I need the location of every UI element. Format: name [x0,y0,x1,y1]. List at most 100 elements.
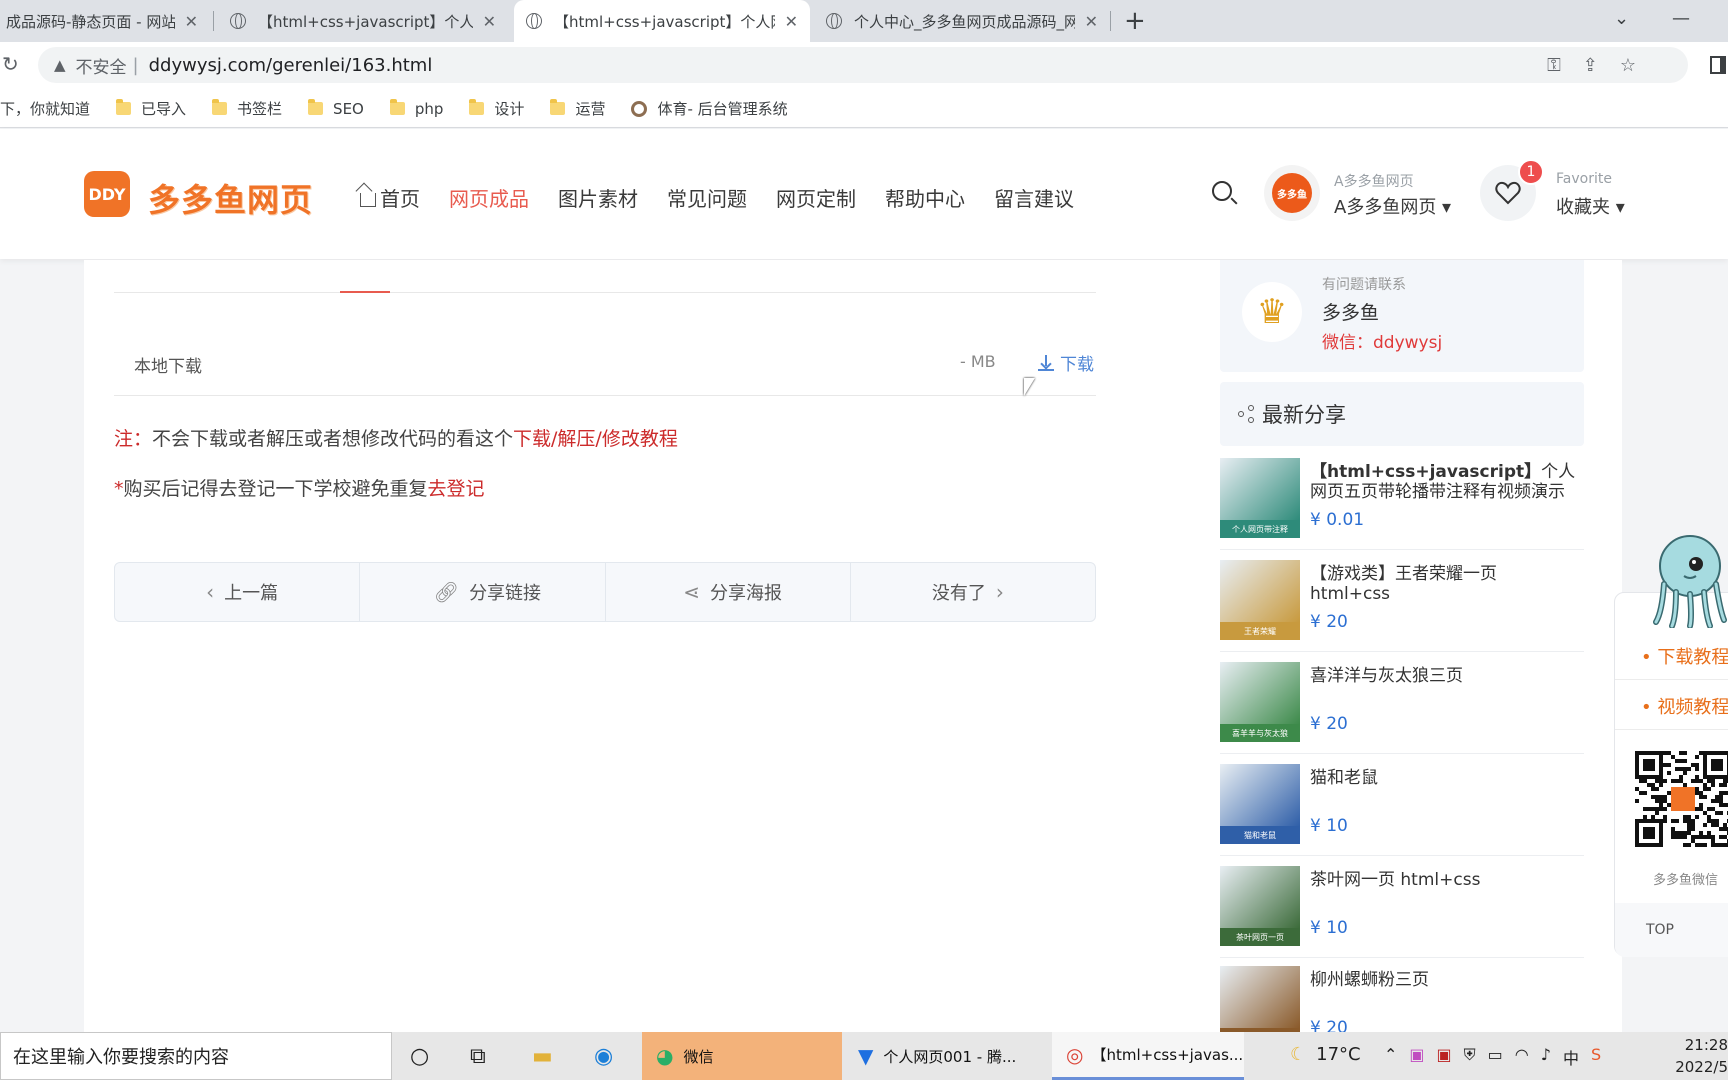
item-thumbnail[interactable]: 王者荣耀 [1220,560,1300,640]
favorite-menu[interactable]: 收藏夹 ▾ [1556,193,1625,219]
item-title[interactable]: 【html+css+javascript】个人网页五页带轮播带注释有视频演示 [1310,462,1580,502]
bookmark-folder[interactable]: 书签栏 [212,98,282,119]
logo-badge[interactable]: DDY [84,171,130,217]
link-icon: 🔗︎ [433,580,460,604]
bookmark-folder[interactable]: php [389,99,443,118]
color-app-icon[interactable]: ▣ [1409,1045,1424,1069]
latest-share-item[interactable]: 喜羊羊与灰太狼 喜洋洋与灰太狼三页 ¥ 20 [1220,662,1584,754]
volume-icon[interactable]: ♪ [1541,1045,1551,1069]
contact-subtitle: 有问题请联系 [1322,277,1406,293]
taskbar-app-wechat[interactable]: ◕ 微信 [642,1032,842,1080]
latest-share-item[interactable]: 猫和老鼠 猫和老鼠 ¥ 10 [1220,764,1584,856]
taskbar-clock[interactable]: 21:28 2022/5 [1662,1034,1728,1078]
tab-search-icon[interactable]: ⌄ [1614,8,1629,29]
security-label[interactable]: 不安全 [76,53,127,78]
task-view-icon[interactable]: ⧉ [470,1044,486,1069]
latest-share-item[interactable]: 茶叶网页一页 茶叶网一页 html+css ¥ 10 [1220,866,1584,958]
search-icon[interactable] [1212,181,1232,201]
star-icon[interactable]: ☆ [1620,55,1636,76]
bookmark-folder[interactable]: SEO [308,99,364,118]
close-tab-icon[interactable]: ✕ [483,12,496,31]
item-title[interactable]: 喜洋洋与灰太狼三页 [1310,666,1580,686]
warning-icon[interactable]: ▲ [54,56,66,74]
edge-browser-icon[interactable]: ◉ [594,1044,613,1069]
browser-tab[interactable]: 【html+css+javascript】个人网页 ✕ [218,0,508,42]
browser-tab-active[interactable]: 【html+css+javascript】个人网页 ✕ [514,0,810,42]
bookmark-folder[interactable]: 运营 [550,98,605,119]
latest-share-item[interactable]: 个人网页带注释 【html+css+javascript】个人网页五页带轮播带注释… [1220,458,1584,550]
browser-tab[interactable]: 个人中心_多多鱼网页成品源码_网 ✕ [814,0,1110,42]
close-tab-icon[interactable]: ✕ [1085,12,1098,31]
item-thumbnail[interactable]: 茶叶网页一页 [1220,866,1300,946]
app-tray-icon[interactable]: ▣ [1437,1045,1452,1069]
input-method-label[interactable]: 中 [1563,1045,1579,1069]
key-icon[interactable]: ⚿ [1547,55,1561,76]
register-link[interactable]: 去登记 [428,478,485,500]
thumbnail-image [1220,662,1300,724]
download-tutorial-link[interactable]: • 下载教程 [1641,643,1728,669]
nav-item-help[interactable]: 帮助中心 [885,183,965,212]
new-tab-button[interactable]: + [1124,6,1146,36]
reload-icon[interactable]: ↻ [2,52,19,76]
address-bar[interactable]: ▲ 不安全 | ddywysj.com/gerenlei/163.html ⚿ … [38,47,1688,83]
bookmark-folder[interactable]: 已导入 [116,98,186,119]
nav-item-products[interactable]: 网页成品 [449,183,529,212]
browser-tab[interactable]: 成品源码-静态页面 - 网站成品源码 ✕ [0,0,210,42]
security-shield-icon[interactable]: ⛨ [1464,1045,1476,1069]
item-title[interactable]: 柳州螺蛳粉三页 [1310,970,1580,990]
cortana-icon[interactable]: ○ [410,1044,429,1069]
user-menu[interactable]: A多多鱼网页 ▾ [1334,193,1451,219]
nav-item-custom[interactable]: 网页定制 [776,183,856,212]
bookmark-item[interactable]: 体育- 后台管理系统 [631,98,788,119]
tutorial-link[interactable]: 下载/解压/修改教程 [513,428,678,450]
system-tray: ⌃ ▣ ▣ ⛨ ▭ ◠ ♪ 中 S [1384,1045,1601,1069]
item-title[interactable]: 茶叶网一页 html+css [1310,870,1580,890]
thumbnail-caption: 喜羊羊与灰太狼 [1220,724,1300,742]
taskbar-app-chrome[interactable]: ◎ 【html+css+javas... [1052,1032,1244,1080]
file-explorer-icon[interactable]: ▬ [532,1044,553,1069]
taskbar-app-tencent-docs[interactable]: ▼ 个人网页001 - 腾... [844,1032,1050,1080]
battery-icon[interactable]: ▭ [1488,1045,1503,1069]
latest-share-item[interactable]: 王者荣耀 【游戏类】王者荣耀一页 html+css ¥ 20 [1220,560,1584,652]
avatar-logo: 多多鱼 [1272,173,1312,213]
weather-widget[interactable]: ☾ 17°C [1290,1044,1361,1065]
chevron-up-icon[interactable]: ⌃ [1384,1045,1397,1069]
nav-item-faq[interactable]: 常见问题 [667,183,747,212]
logo-text[interactable]: 多多鱼网页 [148,175,313,221]
item-thumbnail[interactable]: 猫和老鼠 [1220,764,1300,844]
nav-item-home[interactable]: 首页 [360,183,420,212]
back-to-top-button[interactable]: TOP [1615,903,1728,957]
chrome-icon: ◎ [1066,1042,1084,1067]
side-panel-icon[interactable] [1710,56,1726,74]
item-title[interactable]: 猫和老鼠 [1310,768,1580,788]
mouse-cursor [1024,378,1035,396]
thumbnail-caption: 个人网页带注释 [1220,520,1300,538]
share-icon[interactable]: ⇪ [1583,55,1598,76]
close-tab-icon[interactable]: ✕ [185,12,198,31]
browser-toolbar: ↻ ▲ 不安全 | ddywysj.com/gerenlei/163.html … [0,42,1728,90]
next-article-button[interactable]: 没有了 › [851,563,1095,621]
item-thumbnail[interactable]: 个人网页带注释 [1220,458,1300,538]
nav-item-images[interactable]: 图片素材 [558,183,638,212]
wifi-icon[interactable]: ◠ [1515,1045,1529,1069]
notification-app-icon[interactable]: S [1591,1045,1601,1069]
nav-item-feedback[interactable]: 留言建议 [994,183,1074,212]
globe-icon [230,13,246,29]
item-title[interactable]: 【游戏类】王者荣耀一页 html+css [1310,564,1580,604]
taskbar-search-input[interactable]: 在这里输入你要搜索的内容 [0,1032,392,1080]
share-link-button[interactable]: 🔗︎ 分享链接 [360,563,606,621]
download-size: - MB [960,352,996,371]
thumbnail-caption: 茶叶网页一页 [1220,928,1300,946]
close-tab-icon[interactable]: ✕ [785,12,798,31]
item-thumbnail[interactable]: 喜羊羊与灰太狼 [1220,662,1300,742]
url-text[interactable]: ddywysj.com/gerenlei/163.html [149,55,433,76]
download-button[interactable]: 下载 [1038,350,1094,375]
thumbnail-image [1220,764,1300,826]
bookmark-folder[interactable]: 设计 [469,98,524,119]
prev-article-button[interactable]: ‹ 上一篇 [115,563,361,621]
share-poster-button[interactable]: ⋖ 分享海报 [606,563,851,621]
bookmark-item[interactable]: 下，你就知道 [0,98,90,119]
minimize-icon[interactable]: — [1672,8,1690,29]
avatar[interactable]: 多多鱼 [1264,165,1320,221]
video-tutorial-link[interactable]: • 视频教程 [1641,693,1728,719]
